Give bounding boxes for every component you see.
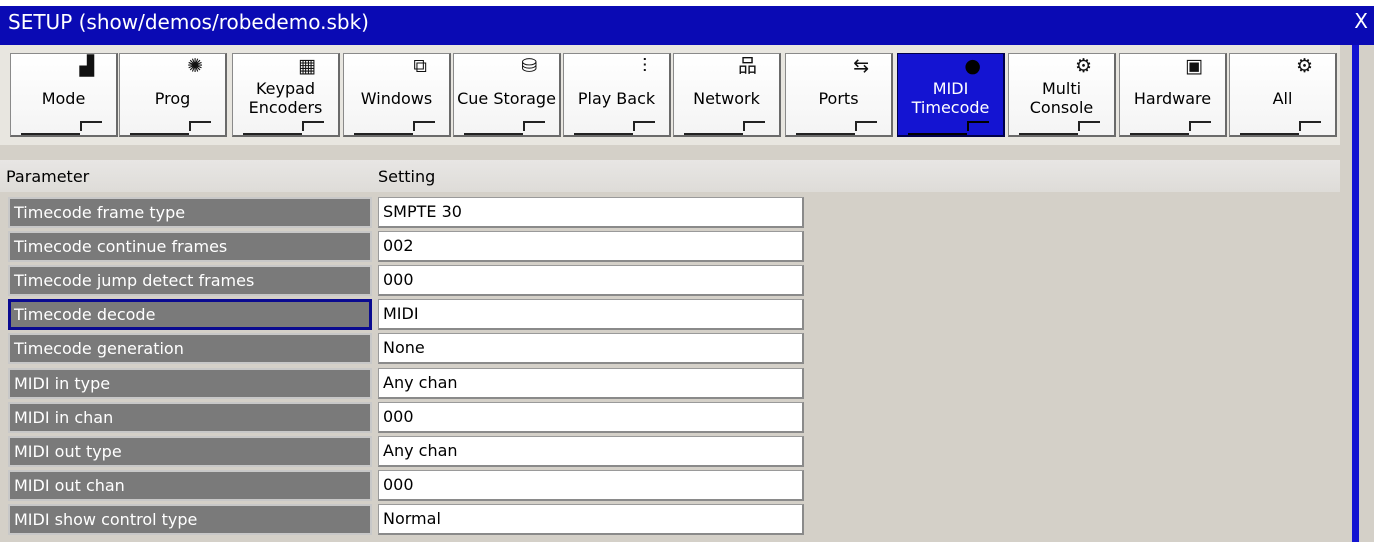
table-row[interactable]: Timecode frame type SMPTE 30: [8, 197, 804, 228]
tab-midi-timecode[interactable]: ● MIDI Timecode: [897, 53, 1005, 137]
setting-value-field[interactable]: 000: [378, 265, 804, 296]
tab-label: Keypad Encoders: [248, 79, 323, 117]
parameter-cell[interactable]: Timecode decode: [8, 299, 372, 330]
setting-value-field[interactable]: 002: [378, 231, 804, 262]
tab-label: Play Back: [577, 88, 656, 108]
tab-baseline: [354, 133, 413, 135]
tab-baseline: [243, 133, 302, 135]
tab-label: Multi Console: [1029, 79, 1094, 117]
table-row[interactable]: Timecode decode MIDI: [8, 299, 804, 330]
tab-notch: [302, 121, 324, 131]
table-row[interactable]: Timecode continue frames 002: [8, 231, 804, 262]
fixture-icon: ✺: [187, 55, 203, 77]
setting-value-field[interactable]: Normal: [378, 504, 804, 535]
tab-network[interactable]: 品 Network: [673, 53, 781, 137]
tab-notch: [80, 121, 102, 131]
windows-icon: ⧉: [413, 55, 427, 77]
tab-label: Prog: [154, 88, 191, 108]
tab-notch: [633, 121, 655, 131]
tab-notch: [967, 121, 989, 131]
tab-label: Ports: [818, 88, 859, 108]
tab-baseline: [464, 133, 523, 135]
tab-all[interactable]: ⚙ All: [1229, 53, 1337, 137]
setting-value-field[interactable]: 000: [378, 470, 804, 501]
window-title: SETUP (show/demos/robedemo.sbk): [8, 10, 369, 34]
tab-baseline: [574, 133, 633, 135]
tab-notch: [743, 121, 765, 131]
close-button[interactable]: X: [1354, 9, 1368, 33]
parameter-cell[interactable]: MIDI show control type: [8, 504, 372, 535]
tab-play-back[interactable]: ⫶ Play Back: [563, 53, 671, 137]
tab-notch: [523, 121, 545, 131]
table-row[interactable]: MIDI out chan 000: [8, 470, 804, 501]
gear-icon: ⚙: [1074, 55, 1092, 77]
tab-baseline: [1130, 133, 1189, 135]
setup-tab-bar: ▟ Mode ✺ Prog ▦ Keypad Encoders ⧉ Windows ⛁ Cue S…: [0, 45, 1340, 145]
parameter-cell[interactable]: Timecode continue frames: [8, 231, 372, 262]
setting-column-header: Setting: [378, 167, 436, 186]
parameter-column-header: Parameter: [6, 167, 90, 186]
tab-label: Hardware: [1133, 88, 1212, 108]
parameter-cell[interactable]: MIDI in type: [8, 368, 372, 399]
tab-label: Mode: [41, 88, 86, 108]
vertical-scrollbar[interactable]: [1352, 45, 1359, 542]
table-row[interactable]: MIDI out type Any chan: [8, 436, 804, 467]
tab-baseline: [130, 133, 189, 135]
table-row[interactable]: MIDI in type Any chan: [8, 368, 804, 399]
parameter-cell[interactable]: MIDI in chan: [8, 402, 372, 433]
tab-notch: [413, 121, 435, 131]
keypad-icon: ▦: [298, 55, 316, 77]
table-row[interactable]: Timecode jump detect frames 000: [8, 265, 804, 296]
tab-notch: [1078, 121, 1100, 131]
table-row[interactable]: MIDI in chan 000: [8, 402, 804, 433]
tab-keypad-encoders[interactable]: ▦ Keypad Encoders: [232, 53, 340, 137]
tab-baseline: [1240, 133, 1299, 135]
title-bar: SETUP (show/demos/robedemo.sbk) X: [0, 0, 1374, 45]
tab-multi-console[interactable]: ⚙ Multi Console: [1008, 53, 1116, 137]
setting-value-field[interactable]: None: [378, 333, 804, 364]
tab-label: Network: [693, 88, 760, 108]
chip-icon: ▣: [1185, 55, 1203, 77]
table-row[interactable]: Timecode generation None: [8, 333, 804, 364]
tab-windows[interactable]: ⧉ Windows: [343, 53, 451, 137]
tab-ports[interactable]: ⇆ Ports: [785, 53, 893, 137]
setting-value-field[interactable]: MIDI: [378, 299, 804, 330]
bar-chart-icon: ▟: [79, 55, 94, 77]
tab-label: Windows: [360, 88, 433, 108]
table-row[interactable]: MIDI show control type Normal: [8, 504, 804, 535]
midi-connector-icon: ●: [964, 55, 981, 77]
tab-baseline: [1019, 133, 1078, 135]
parameter-cell[interactable]: Timecode frame type: [8, 197, 372, 228]
tab-mode[interactable]: ▟ Mode: [10, 53, 118, 137]
table-header: Parameter Setting: [0, 160, 1340, 192]
setting-value-field[interactable]: SMPTE 30: [378, 197, 804, 228]
setting-value-field[interactable]: Any chan: [378, 368, 804, 399]
parameter-cell[interactable]: MIDI out chan: [8, 470, 372, 501]
parameter-cell[interactable]: MIDI out type: [8, 436, 372, 467]
tab-prog[interactable]: ✺ Prog: [119, 53, 227, 137]
tab-hardware[interactable]: ▣ Hardware: [1119, 53, 1227, 137]
tab-notch: [855, 121, 877, 131]
tab-label: All: [1272, 88, 1293, 108]
tab-notch: [1189, 121, 1211, 131]
tab-baseline: [684, 133, 743, 135]
setting-value-field[interactable]: Any chan: [378, 436, 804, 467]
tab-notch: [189, 121, 211, 131]
tab-baseline: [908, 133, 967, 135]
gear-icon: ⚙: [1295, 55, 1313, 77]
setting-value-field[interactable]: 000: [378, 402, 804, 433]
network-icon: 品: [737, 55, 757, 77]
tab-baseline: [21, 133, 80, 135]
faders-icon: ⫶: [642, 55, 647, 77]
tab-label: MIDI Timecode: [911, 79, 990, 117]
usb-icon: ⇆: [853, 55, 869, 77]
tab-notch: [1299, 121, 1321, 131]
database-icon: ⛁: [521, 55, 537, 77]
tab-cue-storage[interactable]: ⛁ Cue Storage: [453, 53, 561, 137]
parameter-cell[interactable]: Timecode generation: [8, 333, 372, 364]
tab-label: Cue Storage: [457, 88, 556, 108]
tab-baseline: [796, 133, 855, 135]
parameter-cell[interactable]: Timecode jump detect frames: [8, 265, 372, 296]
